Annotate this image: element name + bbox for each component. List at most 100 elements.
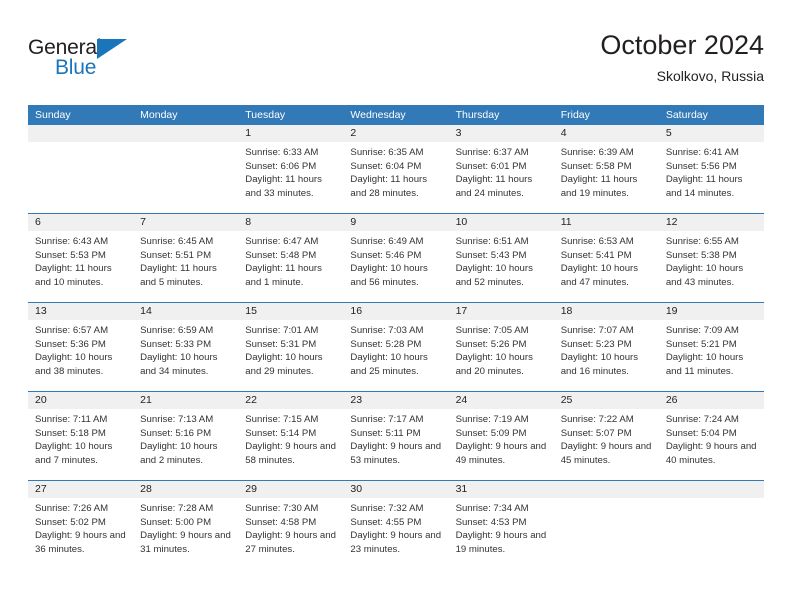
day-number[interactable]: 10 [449,214,554,231]
weekday-header-thursday: Thursday [455,109,500,121]
day-cell[interactable]: Sunrise: 6:39 AM Sunset: 5:58 PM Daylight:… [554,142,659,213]
day-cell[interactable]: Sunrise: 6:57 AM Sunset: 5:36 PM Daylight:… [28,320,133,391]
day-cell[interactable]: Sunrise: 6:43 AM Sunset: 5:53 PM Daylight:… [28,231,133,302]
day-cell[interactable]: Sunrise: 7:13 AM Sunset: 5:16 PM Daylight:… [133,409,238,480]
calendar-week-row: 1 2 3 4 5 Sunrise: 6:33 AM Sunset: 6:06 PM Dayl… [28,125,764,213]
day-cell[interactable]: Sunrise: 7:07 AM Sunset: 5:23 PM Daylight:… [554,320,659,391]
general-blue-logo[interactable]: General Blue [28,36,208,88]
day-number[interactable]: 30 [343,481,448,498]
sunrise-text: Sunrise: 7:19 AM [455,414,529,425]
sunset-text: Sunset: 5:51 PM [140,249,212,261]
day-number[interactable]: 21 [133,392,238,409]
day-number-empty [554,481,659,498]
sunrise-text: Sunrise: 7:26 AM [35,503,109,514]
day-number[interactable]: 7 [133,214,238,231]
day-number[interactable]: 24 [449,392,554,409]
day-number[interactable]: 8 [238,214,343,231]
day-number[interactable]: 31 [449,481,554,498]
day-number[interactable]: 27 [28,481,133,498]
day-number[interactable]: 22 [238,392,343,409]
day-cell[interactable]: Sunrise: 6:51 AM Sunset: 5:43 PM Daylight:… [449,231,554,302]
logo-text-blue: Blue [55,56,97,79]
day-number[interactable]: 5 [659,125,764,142]
day-cell-empty [133,142,238,213]
title-block: October 2024 Skolkovo, Russia [600,28,764,86]
weekday-header-sunday: Sunday [35,109,71,121]
day-cell[interactable]: Sunrise: 6:53 AM Sunset: 5:41 PM Daylight:… [554,231,659,302]
day-cell[interactable]: Sunrise: 6:47 AM Sunset: 5:48 PM Daylight:… [238,231,343,302]
day-number[interactable]: 6 [28,214,133,231]
day-cell[interactable]: Sunrise: 7:22 AM Sunset: 5:07 PM Daylight:… [554,409,659,480]
day-cell[interactable]: Sunrise: 6:41 AM Sunset: 5:56 PM Daylight:… [659,142,764,213]
day-cell[interactable]: Sunrise: 7:03 AM Sunset: 5:28 PM Daylight:… [343,320,448,391]
sunset-text: Sunset: 5:23 PM [560,338,632,350]
day-cell[interactable]: Sunrise: 7:24 AM Sunset: 5:04 PM Daylight:… [659,409,764,480]
day-number[interactable]: 1 [238,125,343,142]
day-cell[interactable]: Sunrise: 7:26 AM Sunset: 5:02 PM Daylight:… [28,498,133,569]
daylight-text: Daylight: 9 hours and 53 minutes. [350,441,442,466]
day-number[interactable]: 2 [343,125,448,142]
daylight-text: Daylight: 11 hours and 14 minutes. [665,174,743,199]
daylight-text: Daylight: 9 hours and 19 minutes. [455,530,547,555]
day-cell[interactable]: Sunrise: 6:59 AM Sunset: 5:33 PM Daylight:… [133,320,238,391]
sunrise-text: Sunrise: 6:35 AM [350,147,424,158]
day-cell[interactable]: Sunrise: 7:32 AM Sunset: 4:55 PM Daylight:… [343,498,448,569]
day-cell[interactable]: Sunrise: 6:33 AM Sunset: 6:06 PM Daylight:… [238,142,343,213]
daylight-text: Daylight: 10 hours and 56 minutes. [350,263,428,288]
sunrise-text: Sunrise: 6:51 AM [455,236,529,247]
daylight-text: Daylight: 9 hours and 31 minutes. [140,530,231,555]
day-number[interactable]: 9 [343,214,448,231]
day-cell[interactable]: Sunrise: 7:05 AM Sunset: 5:26 PM Daylight:… [449,320,554,391]
page-title: October 2024 [600,30,764,60]
day-number[interactable]: 25 [554,392,659,409]
day-cell[interactable]: Sunrise: 7:34 AM Sunset: 4:53 PM Daylight:… [449,498,554,569]
day-number[interactable]: 12 [659,214,764,231]
daylight-text: Daylight: 10 hours and 38 minutes. [35,352,113,377]
sunset-text: Sunset: 5:58 PM [560,160,632,172]
day-number[interactable]: 29 [238,481,343,498]
day-cell[interactable]: Sunrise: 6:55 AM Sunset: 5:38 PM Daylight:… [659,231,764,302]
sunset-text: Sunset: 5:28 PM [350,338,422,350]
daylight-text: Daylight: 10 hours and 11 minutes. [665,352,744,377]
sunrise-text: Sunrise: 6:49 AM [350,236,424,247]
day-number[interactable]: 4 [554,125,659,142]
day-cell[interactable]: Sunrise: 7:01 AM Sunset: 5:31 PM Daylight:… [238,320,343,391]
sunset-text: Sunset: 5:31 PM [245,338,317,350]
day-cell[interactable]: Sunrise: 7:30 AM Sunset: 4:58 PM Daylight:… [238,498,343,569]
day-cell[interactable]: Sunrise: 7:15 AM Sunset: 5:14 PM Daylight:… [238,409,343,480]
day-number[interactable]: 13 [28,303,133,320]
sunset-text: Sunset: 4:53 PM [455,516,527,528]
calendar-week-row: 27 28 29 30 31 Sunrise: 7:26 AM Sunset: 5:02 P… [28,480,764,569]
sunrise-text: Sunrise: 7:17 AM [350,414,424,425]
day-cell[interactable]: Sunrise: 7:09 AM Sunset: 5:21 PM Daylight:… [659,320,764,391]
day-number[interactable]: 11 [554,214,659,231]
day-number[interactable]: 18 [554,303,659,320]
day-number-empty [659,481,764,498]
daylight-text: Daylight: 10 hours and 52 minutes. [455,263,533,288]
day-number[interactable]: 17 [449,303,554,320]
day-number[interactable]: 23 [343,392,448,409]
day-cell[interactable]: Sunrise: 7:17 AM Sunset: 5:11 PM Daylight:… [343,409,448,480]
day-number[interactable]: 20 [28,392,133,409]
week-body-row: Sunrise: 7:26 AM Sunset: 5:02 PM Daylight:… [28,498,764,569]
day-cell[interactable]: Sunrise: 6:49 AM Sunset: 5:46 PM Daylight:… [343,231,448,302]
week-body-row: Sunrise: 6:43 AM Sunset: 5:53 PM Daylight:… [28,231,764,302]
day-cell[interactable]: Sunrise: 7:28 AM Sunset: 5:00 PM Daylight:… [133,498,238,569]
daylight-text: Daylight: 9 hours and 49 minutes. [455,441,547,466]
page-header: General Blue October 2024 Skolkovo, Russ… [28,28,764,96]
day-cell[interactable]: Sunrise: 6:37 AM Sunset: 6:01 PM Daylight:… [449,142,554,213]
day-cell[interactable]: Sunrise: 6:45 AM Sunset: 5:51 PM Daylight:… [133,231,238,302]
sunrise-text: Sunrise: 6:55 AM [665,236,739,247]
day-number[interactable]: 19 [659,303,764,320]
calendar-page: General Blue October 2024 Skolkovo, Russ… [0,0,792,612]
day-number[interactable]: 26 [659,392,764,409]
week-date-bar: 27 28 29 30 31 [28,481,764,498]
day-number[interactable]: 28 [133,481,238,498]
day-number[interactable]: 3 [449,125,554,142]
day-number[interactable]: 15 [238,303,343,320]
day-cell[interactable]: Sunrise: 7:19 AM Sunset: 5:09 PM Daylight:… [449,409,554,480]
day-cell[interactable]: Sunrise: 6:35 AM Sunset: 6:04 PM Daylight:… [343,142,448,213]
day-number[interactable]: 16 [343,303,448,320]
day-number[interactable]: 14 [133,303,238,320]
day-cell[interactable]: Sunrise: 7:11 AM Sunset: 5:18 PM Daylight:… [28,409,133,480]
